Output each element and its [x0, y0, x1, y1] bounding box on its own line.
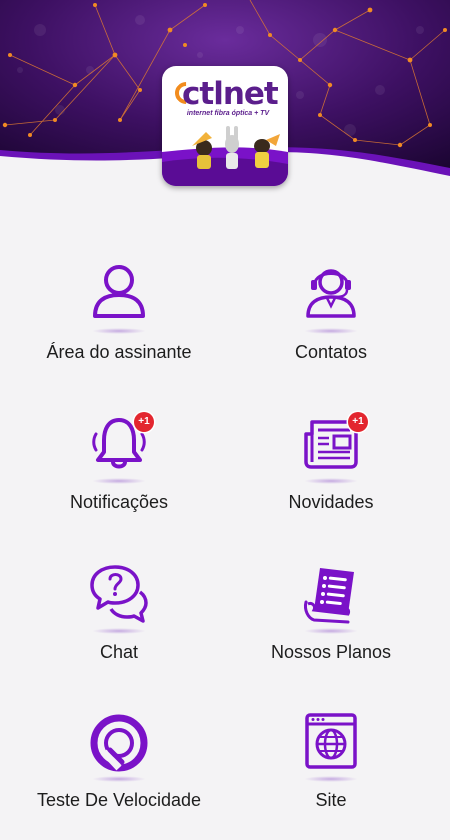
menu-item-site[interactable]: Site: [226, 710, 436, 840]
menu-item-label: Área do assinante: [46, 342, 192, 362]
icon-shadow: [304, 478, 358, 484]
icon-shadow: [304, 628, 358, 634]
menu-item-label: Contatos: [294, 342, 368, 362]
speedometer-icon: [90, 714, 148, 772]
chat-bubbles-icon: [90, 565, 148, 623]
icon-shadow: [92, 628, 146, 634]
user-icon: [93, 265, 145, 318]
icon-shadow: [92, 776, 146, 782]
icon-shadow: [92, 328, 146, 334]
brand-logo-text: ctlnet: [182, 76, 279, 112]
icon-shadow: [304, 328, 358, 334]
support-agent-icon: [306, 269, 356, 318]
menu-item-area-do-assinante[interactable]: Área do assinante: [14, 262, 224, 392]
menu-item-chat[interactable]: Chat: [14, 562, 224, 692]
menu-item-nossos-planos[interactable]: Nossos Planos: [226, 562, 436, 692]
icon-shadow: [304, 776, 358, 782]
menu-item-notificacoes[interactable]: +1 Notificações: [14, 412, 224, 542]
menu-item-contatos[interactable]: Contatos: [226, 262, 436, 392]
logo-card: ctlnet internet fibra óptica + TV: [162, 66, 288, 186]
website-globe-icon: [305, 713, 357, 769]
icon-shadow: [92, 478, 146, 484]
cartoon-characters-illustration: [162, 126, 288, 186]
menu-item-label: Novidades: [288, 492, 374, 512]
notification-badge: +1: [134, 412, 154, 432]
menu-item-teste-de-velocidade[interactable]: Teste De Velocidade: [14, 710, 224, 840]
menu-item-label: Notificações: [69, 492, 169, 512]
document-list-icon: [304, 568, 354, 624]
menu-item-novidades[interactable]: +1 Novidades: [226, 412, 436, 542]
notification-badge: +1: [348, 412, 368, 432]
menu-item-label: Teste De Velocidade: [36, 790, 202, 810]
menu-item-label: Nossos Planos: [270, 642, 392, 662]
brand-tagline: internet fibra óptica + TV: [186, 110, 270, 117]
menu-item-label: Chat: [99, 642, 139, 662]
app-header: ctlnet internet fibra óptica + TV: [0, 0, 450, 200]
menu-item-label: Site: [315, 790, 347, 810]
